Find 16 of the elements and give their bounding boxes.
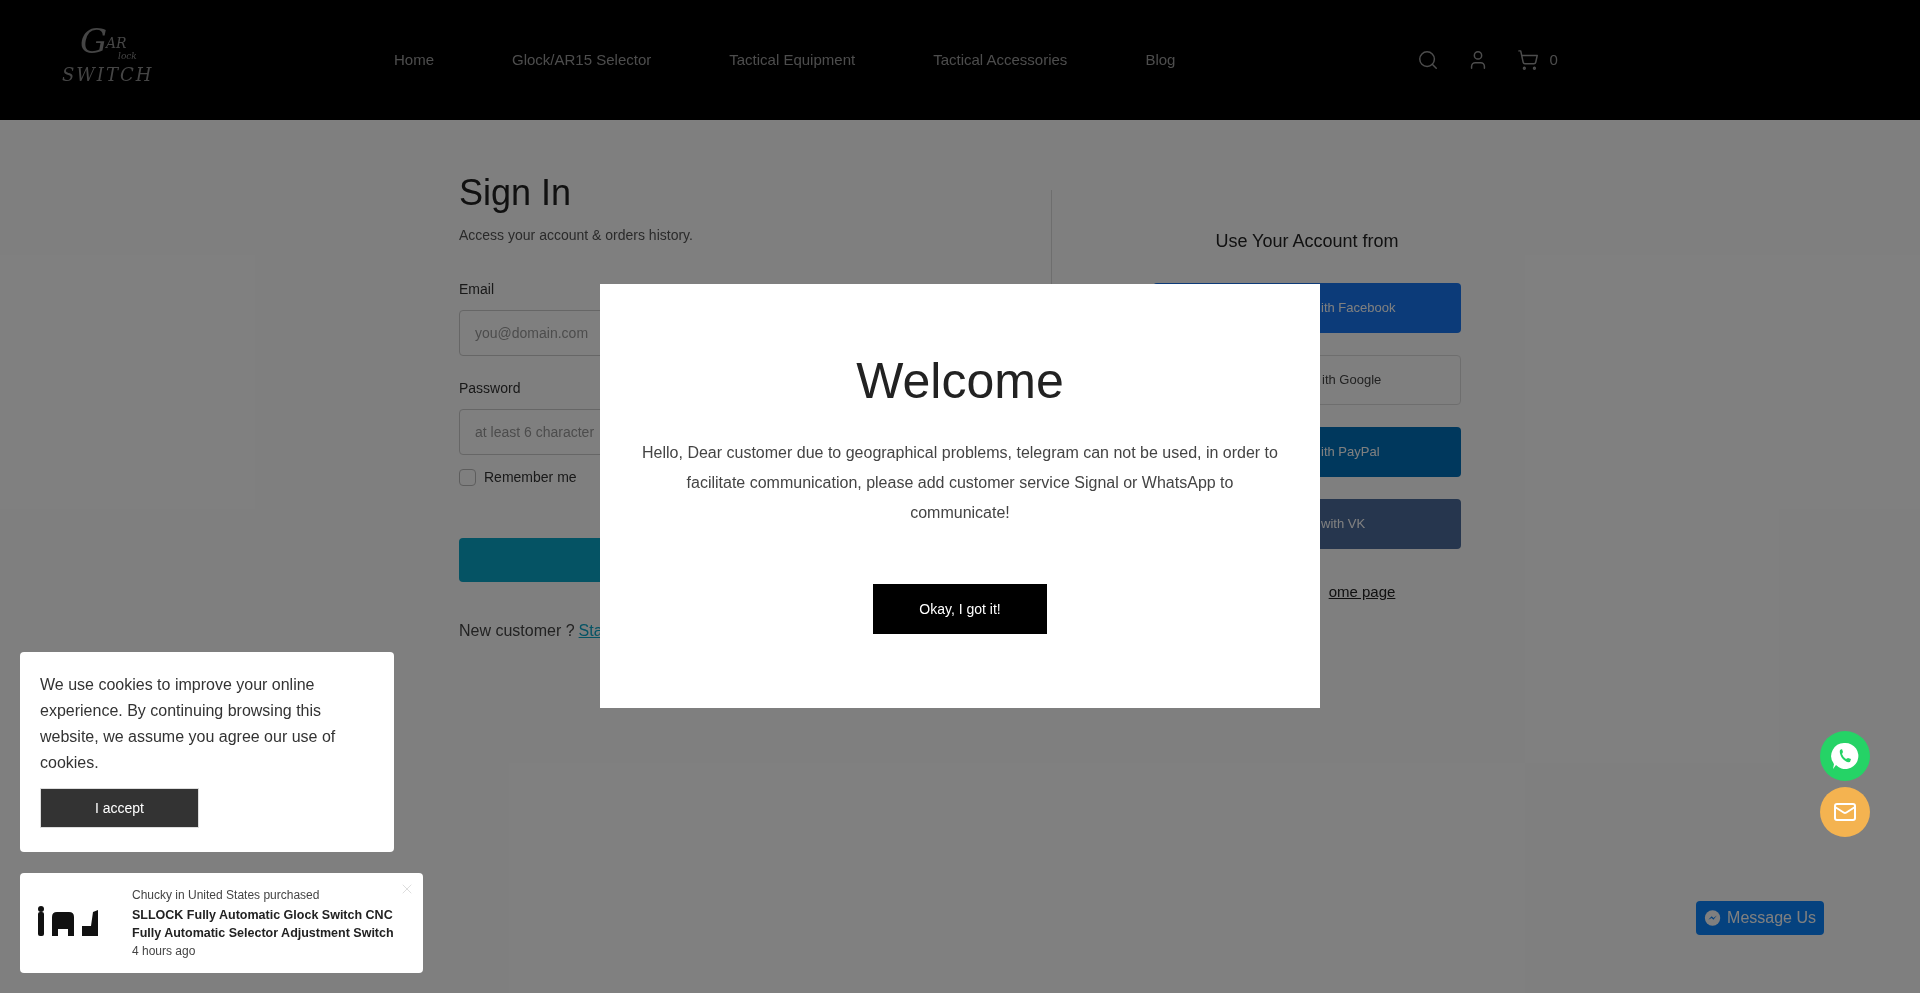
logo-text: AR [106,36,127,50]
field-label: Email [459,280,495,299]
social-title: Use Your Account from [1215,230,1399,253]
time-text: 4 hours ago [132,943,197,960]
cart-count: 0 [1549,49,1558,70]
logo-initial: G [80,24,108,58]
logo-text: SWITCH [62,66,154,84]
buyer-text: Chucky in United States purchased [132,887,321,904]
remember-label: Remember me [484,468,577,487]
dialog-title: Welcome [856,356,1064,406]
page-title: Sign In [459,171,573,215]
logo-text: lock [118,52,137,61]
new-customer-text: New customer ? [459,621,575,641]
cookie-message: We use cookies to improve your online experience. By continuing browsing this website, we assume you agree our use of cookies. [40,675,337,773]
dialog-message: Hello, Dear customer due to geographical problems, telegram can not be used, in order to facilitate communication, please add customer service Signal or WhatsApp to communicate! [641,443,1279,523]
subtitle: Access your account & orders history. [459,226,694,245]
